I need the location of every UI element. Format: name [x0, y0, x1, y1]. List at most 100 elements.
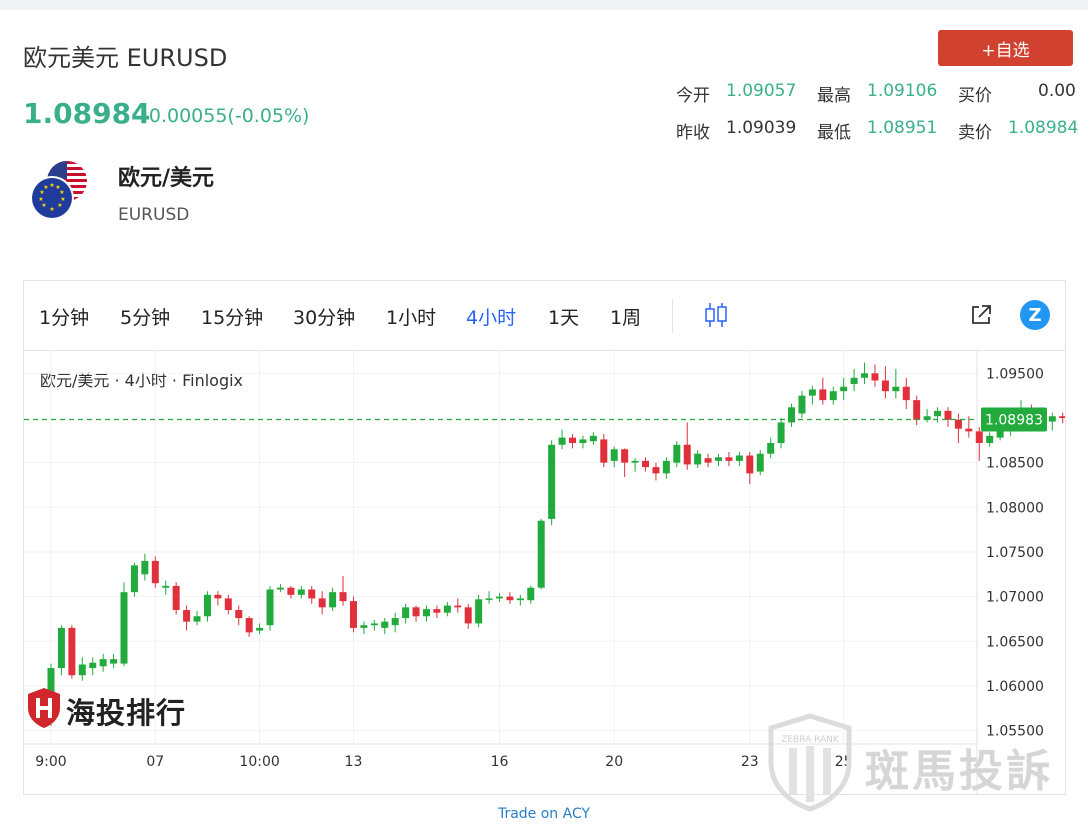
open-label: 今开 [676, 86, 710, 106]
candle [183, 610, 191, 622]
candle [569, 437, 576, 443]
bid-label: 买价 [958, 86, 992, 106]
candle [245, 618, 253, 633]
candle [527, 587, 535, 601]
low-value: 1.08951 [867, 118, 938, 138]
candle [819, 389, 827, 401]
candle [673, 444, 681, 463]
candle [224, 598, 232, 611]
candle [694, 453, 702, 465]
x-tick-label: 13 [345, 754, 363, 770]
candle [464, 607, 472, 624]
timeframe-1d[interactable]: 1天 [548, 303, 579, 330]
candle [141, 560, 149, 575]
candle [151, 560, 159, 584]
candle [746, 455, 754, 474]
y-tick-label: 1.09500 [986, 366, 1044, 382]
candle [422, 609, 430, 617]
candle [495, 596, 503, 599]
pair-name: 欧元/美元 [118, 166, 215, 191]
candle [506, 596, 514, 601]
open-value: 1.09057 [726, 81, 797, 101]
candle [89, 662, 97, 669]
high-label: 最高 [817, 86, 851, 106]
popout-icon[interactable] [969, 303, 993, 327]
candle [704, 458, 712, 463]
candle [68, 627, 76, 676]
x-tick-label: 16 [491, 754, 509, 770]
zebra-watermark: 斑馬投訴 [865, 746, 1053, 797]
candle [308, 589, 316, 599]
current-price: 1.08984 [23, 97, 151, 130]
candle [683, 444, 691, 465]
x-tick-label: 07 [146, 754, 164, 770]
timeframe-1h[interactable]: 1小时 [386, 303, 436, 330]
candle [548, 444, 556, 519]
ask-label: 卖价 [958, 123, 992, 143]
candle [642, 460, 650, 468]
candle [788, 407, 796, 423]
add-to-watchlist-button[interactable]: +自选 [938, 30, 1073, 66]
candle [193, 616, 201, 622]
candle [579, 439, 587, 443]
timeframe-1min[interactable]: 1分钟 [39, 303, 89, 330]
candle [881, 380, 889, 392]
svg-text:★: ★ [49, 182, 54, 189]
haitou-watermark: 海投排行 [66, 696, 187, 730]
z-logo-icon[interactable]: Z [1020, 300, 1050, 330]
candle [767, 442, 775, 454]
candle [57, 627, 65, 669]
candle [172, 585, 180, 611]
candle [965, 428, 973, 432]
svg-text:★: ★ [41, 202, 46, 209]
x-tick-label: 23 [741, 754, 759, 770]
zebra-shield-icon: ZEBRA RANK [768, 713, 852, 812]
candle [558, 437, 566, 445]
x-tick-label: 9:00 [35, 754, 66, 770]
candle [360, 625, 368, 628]
y-tick-label: 1.07500 [986, 545, 1044, 561]
ask-value: 1.08984 [1008, 118, 1079, 138]
candle [902, 386, 910, 401]
y-tick-label: 1.06500 [986, 634, 1044, 650]
timeframe-15min[interactable]: 15分钟 [201, 303, 263, 330]
y-tick-label: 1.06000 [986, 679, 1044, 695]
candle [840, 386, 848, 392]
candle [735, 455, 743, 461]
svg-text:★: ★ [43, 184, 48, 191]
last-price-label: 1.08983 [985, 413, 1043, 429]
candle [934, 410, 942, 417]
low-label: 最低 [817, 123, 851, 143]
timeframe-5min[interactable]: 5分钟 [120, 303, 170, 330]
candle [99, 659, 107, 667]
candle [256, 627, 264, 631]
page-title: 欧元美元 EURUSD [23, 44, 228, 72]
candle [975, 431, 983, 443]
candle [485, 598, 493, 600]
candle [871, 373, 879, 381]
candle [537, 520, 545, 588]
candle [475, 599, 483, 624]
candle [1048, 416, 1056, 422]
toolbar-divider [672, 299, 673, 333]
y-tick-label: 1.08000 [986, 500, 1044, 516]
candle [715, 457, 723, 461]
haitou-shield-icon [28, 688, 60, 728]
candle [276, 587, 284, 590]
candle [913, 400, 921, 420]
candle [381, 621, 389, 628]
candle [652, 467, 660, 474]
candle [235, 610, 243, 619]
candle [610, 449, 618, 461]
timeframe-4h[interactable]: 4小时 [466, 303, 516, 330]
prev-close-value: 1.09039 [726, 118, 797, 138]
timeframe-1w[interactable]: 1周 [610, 303, 641, 330]
timeframe-30min[interactable]: 30分钟 [293, 303, 355, 330]
prev-close-label: 昨收 [676, 123, 710, 143]
candle-type-icon[interactable] [703, 301, 729, 329]
candle [391, 618, 399, 626]
bid-value: 0.00 [1038, 81, 1076, 101]
candle [725, 457, 733, 461]
eu-us-flag-icon: ★ ★★★ ★★★★ ★★ [30, 161, 87, 220]
trade-on-acy-link[interactable]: Trade on ACY [0, 806, 1088, 822]
